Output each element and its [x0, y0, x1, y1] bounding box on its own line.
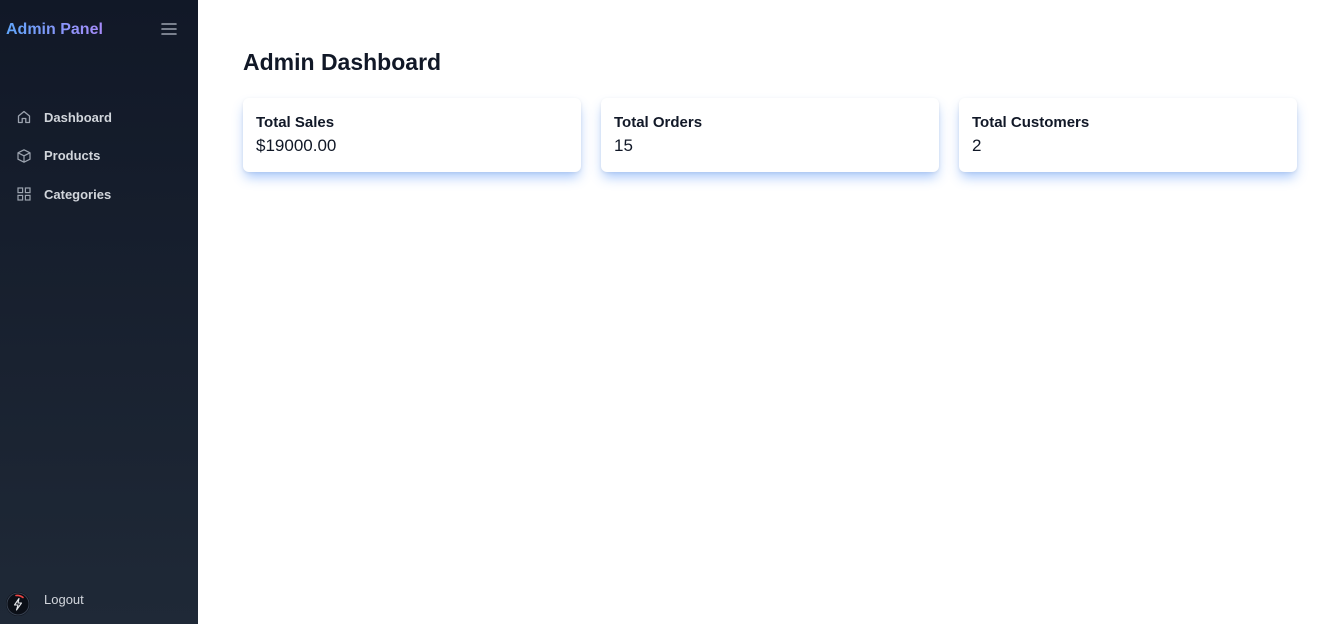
logout-label: Logout: [44, 591, 84, 607]
stat-card-value: $19000.00: [256, 136, 337, 155]
grid-icon: [15, 186, 32, 203]
main-content: Admin Dashboard Total Sales $19000.00 To…: [198, 0, 1336, 624]
stat-card-total-orders: Total Orders 15: [601, 98, 939, 172]
home-icon: [15, 109, 32, 126]
stat-card-value: 2: [972, 136, 982, 155]
sidebar: Admin Panel Dashboard Products Categorie…: [0, 0, 198, 624]
brand-title: Admin Panel: [6, 21, 103, 38]
stat-card-value: 15: [614, 136, 633, 155]
stat-card-title: Total Sales: [256, 114, 335, 131]
stat-card-title: Total Customers: [972, 114, 1090, 131]
hamburger-icon: [161, 23, 177, 35]
sidebar-item-categories[interactable]: Categories: [0, 175, 198, 214]
logout-button[interactable]: Logout: [0, 586, 198, 616]
stat-card-total-sales: Total Sales $19000.00: [243, 98, 581, 172]
stats-cards: Total Sales $19000.00 Total Orders 15 To…: [243, 98, 1297, 172]
stat-card-title: Total Orders: [614, 114, 703, 131]
sidebar-item-dashboard[interactable]: Dashboard: [0, 98, 198, 137]
sidebar-nav: Dashboard Products Categories: [0, 98, 198, 214]
sidebar-item-label: Products: [44, 148, 101, 164]
sidebar-item-label: Dashboard: [44, 109, 112, 125]
sidebar-item-products[interactable]: Products: [0, 137, 198, 176]
stat-card-total-customers: Total Customers 2: [959, 98, 1297, 172]
lightning-icon: [6, 592, 30, 616]
box-icon: [15, 147, 32, 164]
sidebar-item-label: Categories: [44, 186, 112, 202]
menu-toggle-button[interactable]: [160, 20, 178, 38]
app: Admin Panel Dashboard Products Categorie…: [0, 0, 1336, 624]
page-title: Admin Dashboard: [243, 49, 442, 75]
sidebar-header: Admin Panel: [0, 0, 198, 58]
